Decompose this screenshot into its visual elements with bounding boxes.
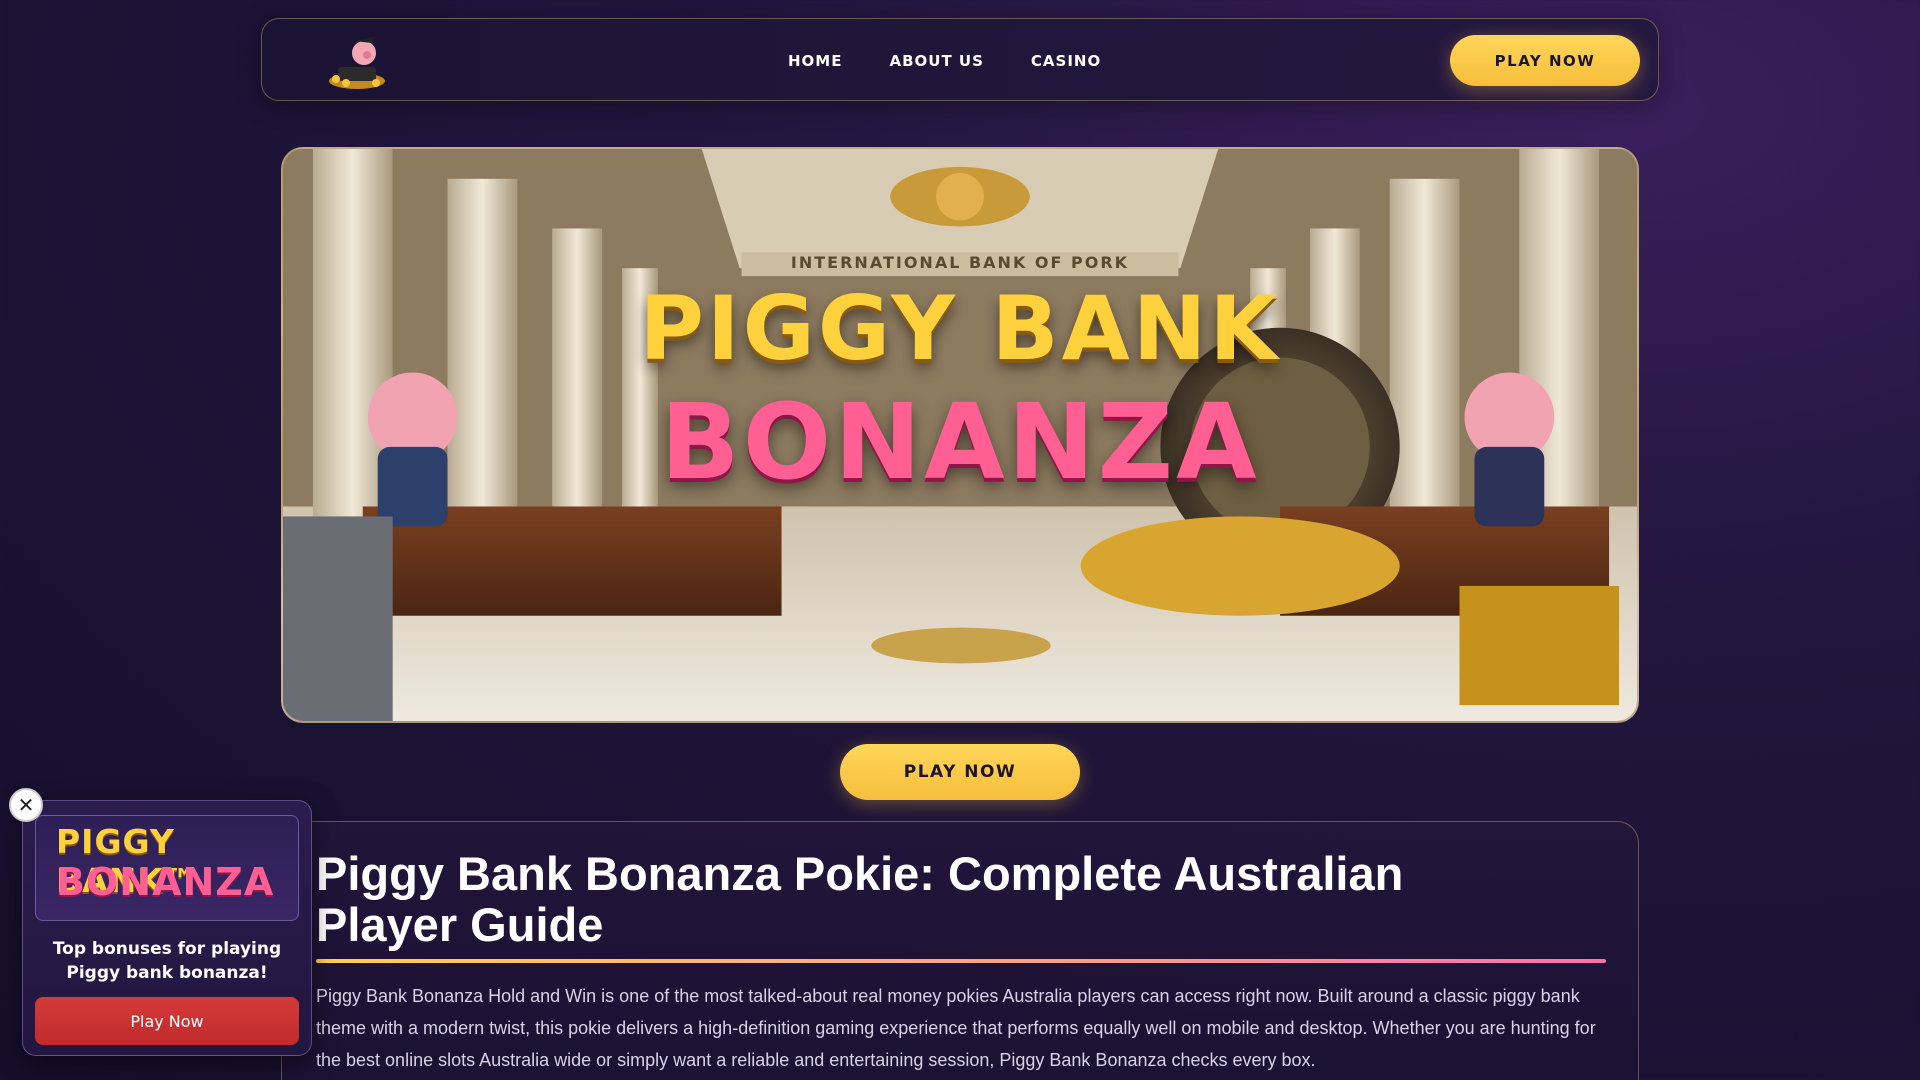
bonus-popup: PIGGY BANK™ BONANZA Top bonuses for play… <box>22 800 312 1056</box>
hero-title-line1: PIGGY BANK <box>639 277 1281 380</box>
nav-home[interactable]: HOME <box>788 52 842 70</box>
popup-play-now-button[interactable]: Play Now <box>35 997 299 1045</box>
site-header: HOME ABOUT US CASINO PLAY NOW <box>261 18 1659 101</box>
bank-sign: INTERNATIONAL BANK OF PORK <box>790 253 1130 272</box>
article-heading: Piggy Bank Bonanza Pokie: Complete Austr… <box>316 847 1404 951</box>
heading-underline <box>316 959 1606 963</box>
article-card: Piggy Bank Bonanza Pokie: Complete Austr… <box>281 821 1639 1080</box>
nav-about-us[interactable]: ABOUT US <box>889 52 983 70</box>
popup-logo-line2: BONANZA <box>56 860 275 904</box>
main-nav: HOME ABOUT US CASINO <box>788 19 1101 102</box>
close-icon[interactable]: ✕ <box>9 788 43 822</box>
popup-text: Top bonuses for playing Piggy bank bonan… <box>52 939 282 983</box>
header-play-now-button[interactable]: PLAY NOW <box>1450 35 1640 86</box>
play-now-button[interactable]: PLAY NOW <box>840 744 1080 800</box>
piggy-logo-icon[interactable] <box>324 31 390 91</box>
article-intro: Piggy Bank Bonanza Hold and Win is one o… <box>316 986 1596 1070</box>
nav-casino[interactable]: CASINO <box>1031 52 1101 70</box>
hero-title-line2: BONANZA <box>660 381 1260 503</box>
hero-banner[interactable]: INTERNATIONAL BANK OF PORK PIGGY BANK BO… <box>281 147 1639 723</box>
popup-game-logo: PIGGY BANK™ BONANZA <box>35 815 299 921</box>
